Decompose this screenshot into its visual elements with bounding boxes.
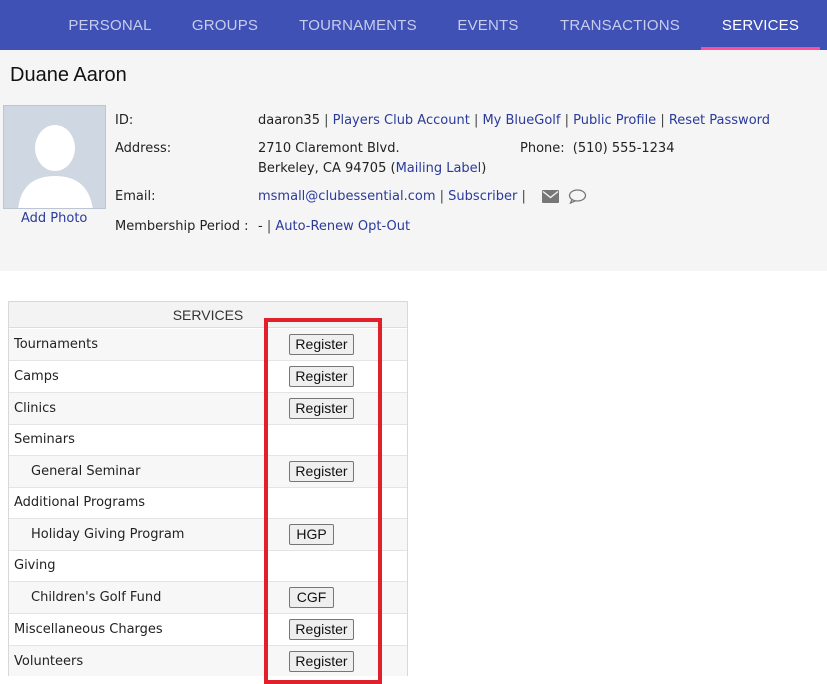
address-label: Address: — [115, 141, 172, 156]
service-row-additional-programs: Additional Programs — [9, 488, 407, 519]
id-value: daaron35 — [258, 113, 320, 128]
service-row-seminars: Seminars — [9, 425, 407, 456]
tab-personal[interactable]: PERSONAL — [60, 0, 160, 50]
email-label: Email: — [115, 189, 156, 204]
service-row-clinics: Clinics Register — [9, 393, 407, 425]
service-row-general-seminar: General Seminar Register — [9, 456, 407, 488]
separator: | — [521, 189, 526, 204]
separator: | — [660, 113, 669, 128]
row-label: Holiday Giving Program — [31, 527, 185, 542]
service-row-miscellaneous: Miscellaneous Charges Register — [9, 614, 407, 646]
tab-transactions[interactable]: TRANSACTIONS — [555, 0, 685, 50]
register-general-seminar-button[interactable]: Register — [289, 461, 354, 482]
address-line2: Berkeley, CA 94705 — [258, 161, 387, 176]
row-label: Children's Golf Fund — [31, 590, 162, 605]
user-name: Duane Aaron — [10, 64, 127, 86]
paren-close: ) — [481, 161, 487, 176]
envelope-icon[interactable] — [542, 190, 559, 203]
subscriber-link[interactable]: Subscriber — [448, 189, 517, 204]
separator: | — [564, 113, 574, 128]
reset-password-link[interactable]: Reset Password — [669, 113, 770, 128]
register-miscellaneous-button[interactable]: Register — [289, 619, 354, 640]
auto-renew-opt-out-link[interactable]: Auto-Renew Opt-Out — [275, 219, 410, 234]
tab-tournaments[interactable]: TOURNAMENTS — [296, 0, 420, 50]
register-tournaments-button[interactable]: Register — [289, 334, 354, 355]
row-label: Clinics — [14, 401, 57, 416]
email-row: msmall@clubessential.com | Subscriber | — [258, 189, 526, 204]
players-club-account-link[interactable]: Players Club Account — [333, 113, 470, 128]
service-row-giving: Giving — [9, 551, 407, 582]
row-label: Miscellaneous Charges — [14, 622, 163, 637]
address-line2-row: Berkeley, CA 94705 (Mailing Label) — [258, 161, 486, 176]
service-row-holiday-giving: Holiday Giving Program HGP — [9, 519, 407, 551]
row-label: Volunteers — [14, 654, 84, 669]
tab-groups[interactable]: GROUPS — [185, 0, 265, 50]
service-row-tournaments: Tournaments Register — [9, 329, 407, 361]
service-row-volunteers: Volunteers Register — [9, 646, 407, 676]
register-volunteers-button[interactable]: Register — [289, 651, 354, 672]
membership-label: Membership Period : — [115, 219, 249, 234]
register-camps-button[interactable]: Register — [289, 366, 354, 387]
tab-events[interactable]: EVENTS — [450, 0, 526, 50]
row-label: General Seminar — [31, 464, 141, 479]
hgp-button[interactable]: HGP — [289, 524, 334, 545]
row-label: Seminars — [14, 432, 75, 447]
separator: | — [324, 113, 333, 128]
default-avatar-icon — [4, 106, 105, 208]
row-label: Additional Programs — [14, 495, 146, 510]
email-link[interactable]: msmall@clubessential.com — [258, 189, 436, 204]
row-label: Giving — [14, 558, 56, 573]
separator: | — [439, 189, 449, 204]
cgf-button[interactable]: CGF — [289, 587, 334, 608]
chat-bubble-icon[interactable] — [568, 189, 587, 204]
id-row: daaron35 | Players Club Account | My Blu… — [258, 113, 770, 128]
row-label: Camps — [14, 369, 59, 384]
membership-row: - | Auto-Renew Opt-Out — [258, 219, 410, 234]
service-row-camps: Camps Register — [9, 361, 407, 393]
service-row-childrens-golf-fund: Children's Golf Fund CGF — [9, 582, 407, 614]
phone-label: Phone: — [520, 141, 565, 156]
phone-value: (510) 555-1234 — [572, 141, 675, 156]
membership-value: - — [258, 219, 263, 234]
id-label: ID: — [115, 113, 134, 128]
register-clinics-button[interactable]: Register — [289, 398, 354, 419]
top-nav: PERSONAL GROUPS TOURNAMENTS EVENTS TRANS… — [0, 0, 827, 50]
services-table: SERVICES Tournaments Register Camps Regi… — [8, 301, 408, 676]
mailing-label-link[interactable]: Mailing Label — [396, 161, 482, 176]
my-bluegolf-link[interactable]: My BlueGolf — [482, 113, 560, 128]
phone-row: Phone: (510) 555-1234 — [520, 141, 674, 156]
public-profile-link[interactable]: Public Profile — [573, 113, 656, 128]
avatar[interactable] — [3, 105, 106, 209]
row-label: Tournaments — [14, 337, 99, 352]
add-photo-link[interactable]: Add Photo — [21, 211, 87, 226]
services-header: SERVICES — [9, 302, 407, 328]
tab-services[interactable]: SERVICES — [713, 0, 808, 50]
address-line1: 2710 Claremont Blvd. — [258, 141, 400, 156]
